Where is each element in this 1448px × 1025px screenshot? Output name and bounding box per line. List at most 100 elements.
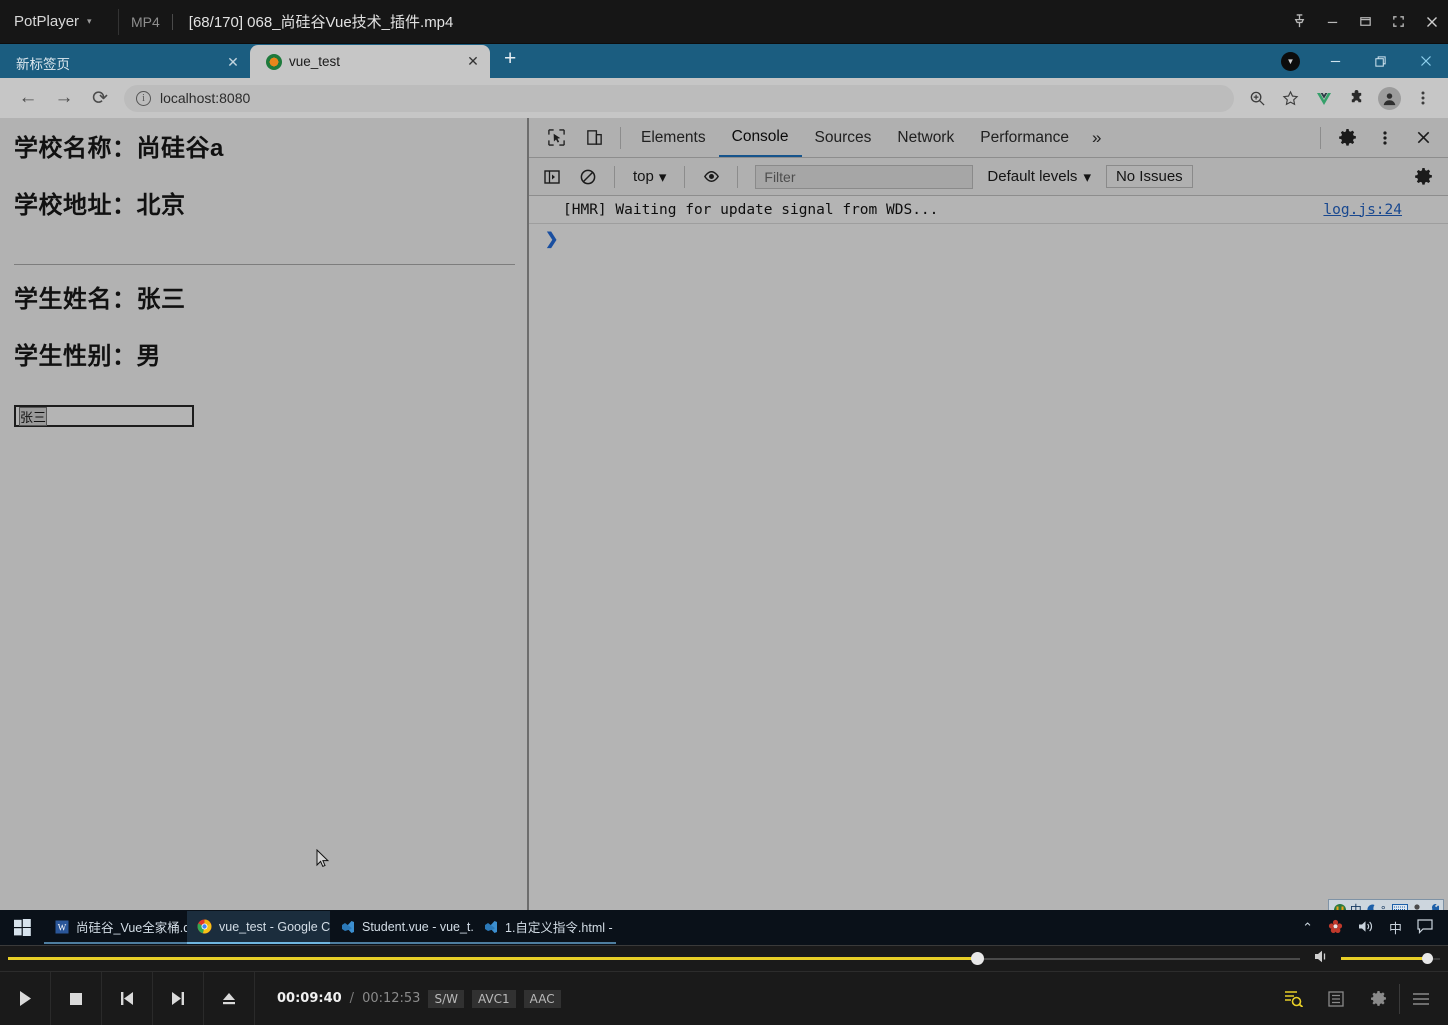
tab-sources[interactable]: Sources	[802, 118, 885, 157]
notification-icon[interactable]	[1417, 918, 1434, 937]
minimize-icon[interactable]	[1316, 0, 1349, 44]
execution-context-value: top	[633, 168, 654, 185]
play-button[interactable]	[0, 971, 51, 1025]
profile-badge-icon[interactable]: ▼	[1281, 51, 1300, 71]
pin-on-top-icon[interactable]	[1283, 0, 1316, 44]
school-name-label: 学校名称：	[14, 135, 137, 162]
taskbar-item-vscode-directive[interactable]: 1.自定义指令.html - ...	[473, 911, 616, 944]
maximize-icon[interactable]	[1349, 0, 1382, 44]
chrome-icon	[197, 919, 212, 934]
player-settings-icon[interactable]	[1357, 972, 1399, 1025]
inspect-element-icon[interactable]	[537, 121, 575, 155]
forward-button[interactable]: →	[46, 83, 82, 113]
extensions-icon[interactable]	[1341, 83, 1372, 113]
devtools-panel: Elements Console Sources Network Perform…	[529, 118, 1448, 920]
browser-tab-newtab[interactable]: 新标签页 ✕	[0, 47, 250, 78]
volume-icon[interactable]	[1358, 919, 1374, 937]
school-name-value: 尚硅谷a	[136, 135, 224, 162]
issues-badge[interactable]: No Issues	[1105, 165, 1193, 188]
flower-icon[interactable]	[1328, 919, 1343, 937]
taskbar-item-label: Student.vue - vue_t...	[362, 919, 473, 934]
eject-button[interactable]	[204, 971, 255, 1025]
chrome-toolbar-icons	[1242, 83, 1438, 113]
potplayer-menu-icon[interactable]	[1400, 972, 1442, 1025]
previous-button[interactable]	[102, 971, 153, 1025]
fullscreen-icon[interactable]	[1382, 0, 1415, 44]
student-name-row: 学生姓名：张三	[14, 286, 515, 344]
log-levels-selector[interactable]: Default levels ▾	[987, 168, 1091, 186]
chevron-up-icon[interactable]: ⌃	[1302, 920, 1313, 936]
taskbar-item-label: 1.自定义指令.html - ...	[505, 921, 616, 935]
more-tabs-icon[interactable]: »	[1082, 128, 1111, 148]
seek-slider[interactable]	[8, 946, 1300, 971]
tray-ime-label[interactable]: 中	[1389, 918, 1402, 937]
playlist-icon[interactable]	[1315, 972, 1357, 1025]
close-tab-icon[interactable]: ✕	[466, 53, 480, 70]
web-page-content: 学校名称：尚硅谷a 学校地址：北京 学生姓名：张三 学生性别：男 张三	[0, 118, 529, 910]
student-gender-row: 学生性别：男	[14, 343, 515, 401]
address-bar[interactable]: i localhost:8080	[124, 84, 1234, 112]
profile-icon[interactable]	[1374, 83, 1405, 113]
site-info-icon[interactable]: i	[136, 90, 151, 106]
volume-icon[interactable]	[1314, 949, 1332, 969]
stop-button[interactable]	[51, 971, 102, 1025]
tab-console[interactable]: Console	[718, 118, 802, 157]
clear-console-icon[interactable]	[571, 162, 605, 192]
student-gender-text: 学生性别：男	[14, 343, 161, 370]
close-icon[interactable]	[1415, 0, 1448, 44]
device-toolbar-icon[interactable]	[575, 121, 613, 155]
close-devtools-icon[interactable]	[1404, 121, 1442, 155]
school-address-value: 北京	[136, 192, 186, 219]
address-bar-url: localhost:8080	[160, 90, 251, 106]
taskbar-item-chrome[interactable]: vue_test - Google C...	[187, 911, 330, 944]
bookmark-star-icon[interactable]	[1275, 83, 1306, 113]
console-output[interactable]: [HMR] Waiting for update signal from WDS…	[529, 196, 1448, 254]
settings-gear-icon[interactable]	[1328, 121, 1366, 155]
next-button[interactable]	[153, 971, 204, 1025]
chevron-down-icon[interactable]: ▾	[87, 16, 92, 27]
school-name-row: 学校名称：尚硅谷a	[14, 135, 515, 193]
vue-devtools-icon[interactable]	[1308, 83, 1339, 113]
volume-knob[interactable]	[1422, 953, 1434, 964]
console-message-source-link[interactable]: log.js:24	[1323, 202, 1448, 218]
zoom-icon[interactable]	[1242, 83, 1273, 113]
new-tab-button[interactable]: +	[490, 47, 530, 75]
school-address-label: 学校地址：	[14, 192, 137, 219]
taskbar-item-vscode-student[interactable]: Student.vue - vue_t...	[330, 911, 473, 944]
close-tab-icon[interactable]: ✕	[226, 54, 240, 71]
taskbar-item-word[interactable]: W 尚硅谷_Vue全家桶.d...	[44, 911, 187, 944]
tab-elements[interactable]: Elements	[628, 118, 719, 157]
chrome-menu-icon[interactable]	[1407, 83, 1438, 113]
console-filter-bar: top ▾ Filter Default levels ▾ No Issues	[529, 158, 1448, 196]
taskbar-item-label: 尚硅谷_Vue全家桶.d...	[76, 921, 187, 935]
console-filter-placeholder: Filter	[764, 168, 796, 185]
reload-button[interactable]: ⟳	[82, 83, 118, 113]
potplayer-logo[interactable]: PotPlayer ▾	[0, 13, 118, 30]
console-sidebar-icon[interactable]	[535, 162, 569, 192]
live-expression-icon[interactable]	[694, 162, 728, 192]
student-name-input[interactable]: 张三	[14, 405, 194, 427]
tabbar-divider	[620, 126, 621, 149]
console-prompt[interactable]: ❯	[529, 224, 1448, 254]
chrome-close-icon[interactable]	[1403, 44, 1448, 78]
start-icon[interactable]	[0, 910, 44, 945]
back-button[interactable]: ←	[10, 83, 46, 113]
playlist-search-icon[interactable]	[1273, 972, 1315, 1025]
seek-knob[interactable]	[970, 952, 984, 965]
console-filter-input[interactable]: Filter	[755, 164, 974, 189]
console-settings-icon[interactable]	[1406, 162, 1440, 192]
console-message[interactable]: [HMR] Waiting for update signal from WDS…	[529, 196, 1448, 224]
chrome-restore-icon[interactable]	[1358, 44, 1403, 78]
tab-network[interactable]: Network	[884, 118, 967, 157]
execution-context-selector[interactable]: top ▾	[624, 168, 675, 186]
student-gender-label: 学生性别：	[14, 343, 137, 370]
tab-performance[interactable]: Performance	[967, 118, 1082, 157]
console-settings-wrap	[1406, 162, 1448, 192]
devtools-menu-icon[interactable]	[1366, 121, 1404, 155]
student-name-input-value: 张三	[19, 406, 48, 426]
volume-slider[interactable]	[1341, 951, 1440, 967]
section-divider	[14, 264, 515, 265]
chrome-minimize-icon[interactable]	[1313, 44, 1358, 78]
console-message-text: [HMR] Waiting for update signal from WDS…	[563, 201, 939, 218]
browser-tab-vue-test[interactable]: vue_test ✕	[250, 45, 490, 78]
